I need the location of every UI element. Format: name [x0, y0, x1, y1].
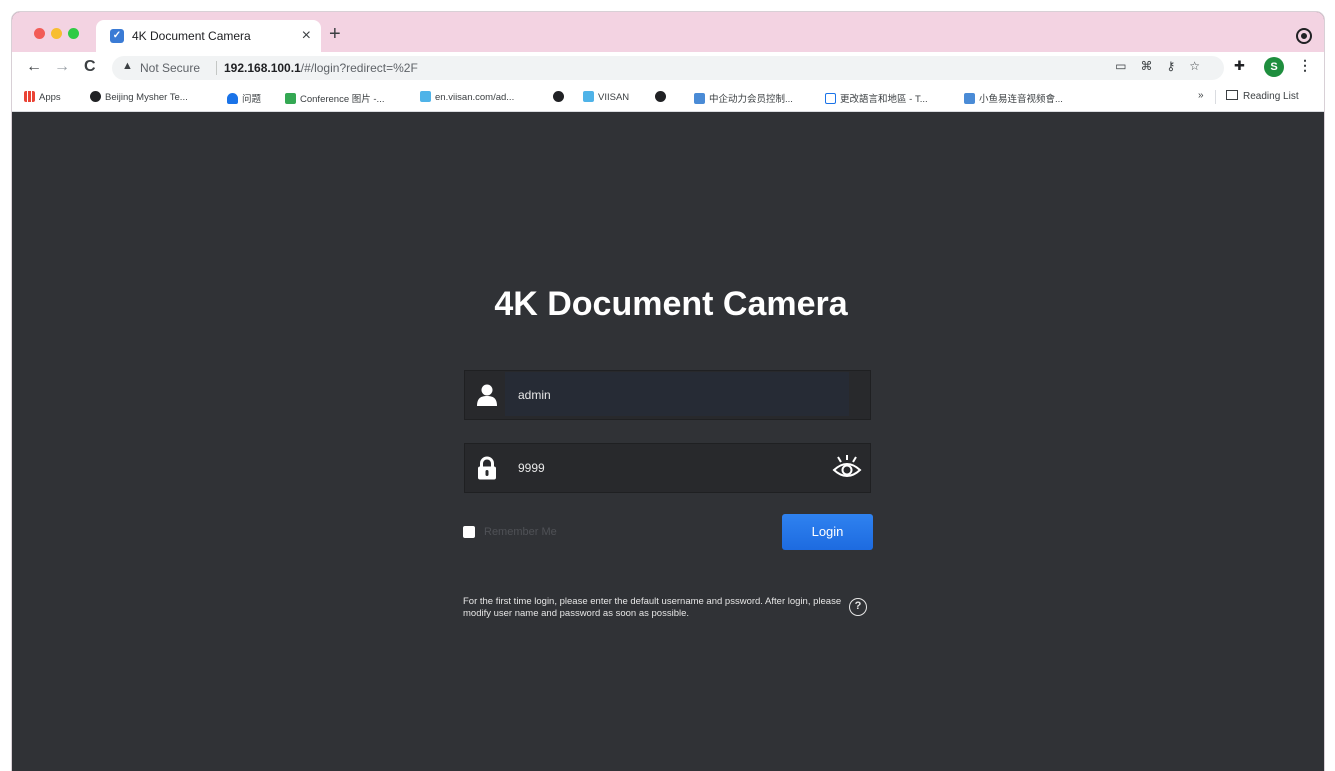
reading-list-button[interactable]: Reading List: [1226, 90, 1299, 102]
url-text[interactable]: 192.168.100.1/#/login?redirect=%2F: [224, 61, 418, 75]
qr-code-icon[interactable]: ⌘: [1140, 59, 1166, 73]
menu-kebab-icon[interactable]: ⋮: [1298, 57, 1312, 74]
first-login-hint: For the first time login, please enter t…: [463, 596, 842, 619]
page-title: 4K Document Camera: [494, 285, 848, 323]
address-bar[interactable]: ▲ Not Secure 192.168.100.1/#/login?redir…: [112, 56, 1224, 80]
browser-toolbar: ← → C ▲ Not Secure 192.168.100.1/#/login…: [12, 52, 1324, 84]
bookmark-en-viisan[interactable]: en.viisan.com/ad...: [420, 91, 514, 103]
bookmark-language-region[interactable]: 更改語言和地區 - T...: [825, 91, 928, 105]
site-icon: [694, 93, 705, 104]
reload-button[interactable]: C: [84, 56, 96, 78]
apps-grid-icon: [24, 91, 35, 102]
bookmarks-overflow-button[interactable]: »: [1198, 90, 1204, 101]
url-host: 192.168.100.1: [224, 61, 301, 75]
help-icon[interactable]: ?: [849, 598, 867, 616]
browser-window: ✓ 4K Document Camera × + ← → C ▲ Not Sec…: [12, 12, 1324, 771]
eye-icon[interactable]: [832, 454, 862, 482]
window-close-button[interactable]: [34, 28, 45, 39]
bookmark-beijing-mysher[interactable]: Beijing Mysher Te...: [90, 91, 188, 103]
login-page: 4K Document Camera admin 9999 Remember M…: [12, 113, 1324, 771]
globe-icon: [553, 91, 564, 102]
password-field[interactable]: 9999: [464, 443, 871, 493]
bookmark-star-icon[interactable]: ☆: [1189, 59, 1214, 73]
profile-avatar[interactable]: S: [1264, 57, 1284, 77]
reading-list-icon: [1226, 90, 1238, 100]
user-icon: [477, 384, 497, 406]
forward-button[interactable]: →: [54, 56, 70, 78]
cast-icon[interactable]: ▭: [1115, 59, 1140, 73]
bookmark-zhongqi[interactable]: 中企动力会员控制...: [694, 91, 793, 105]
new-tab-button[interactable]: +: [329, 24, 341, 44]
address-divider: [216, 61, 217, 75]
bookmark-wenti[interactable]: 问题: [227, 91, 261, 105]
back-button[interactable]: ←: [26, 56, 42, 78]
tab-active[interactable]: ✓ 4K Document Camera ×: [96, 20, 321, 52]
bookmark-viisan[interactable]: VIISAN: [583, 91, 629, 103]
lock-icon: [478, 456, 496, 480]
link-icon: [964, 93, 975, 104]
password-input[interactable]: 9999: [518, 461, 545, 475]
window-zoom-button[interactable]: [68, 28, 79, 39]
tab-strip: ✓ 4K Document Camera × +: [12, 12, 1324, 52]
site-icon: [583, 91, 594, 102]
window-icon: [825, 93, 836, 104]
ribbon-icon: [227, 93, 238, 104]
globe-icon: [655, 91, 666, 102]
globe-icon: [90, 91, 101, 102]
extensions-puzzle-icon[interactable]: ✚: [1234, 58, 1245, 74]
remember-me-checkbox[interactable]: [463, 526, 475, 538]
bookmarks-bar: Apps Beijing Mysher Te... 问题 Conference …: [12, 84, 1324, 112]
window-minimize-button[interactable]: [51, 28, 62, 39]
bookmark-globe-1[interactable]: [553, 91, 568, 103]
tab-close-icon[interactable]: ×: [302, 26, 311, 46]
key-icon[interactable]: ⚷: [1166, 59, 1189, 73]
username-field[interactable]: admin: [464, 370, 871, 420]
address-bar-actions: ▭⌘⚷☆: [1115, 59, 1214, 73]
image-icon: [285, 93, 296, 104]
bookmark-xiaoyu[interactable]: 小鱼易连音视频會...: [964, 91, 1063, 105]
username-input-highlight[interactable]: [505, 372, 849, 416]
tab-search-icon[interactable]: [1298, 30, 1310, 42]
site-icon: [420, 91, 431, 102]
bookmark-conference[interactable]: Conference 图片 -...: [285, 91, 384, 105]
security-status[interactable]: Not Secure: [140, 61, 200, 75]
remember-me-label[interactable]: Remember Me: [484, 526, 557, 538]
warning-triangle-icon[interactable]: ▲: [122, 60, 133, 72]
bookmark-apps[interactable]: Apps: [24, 91, 61, 103]
camera-favicon-icon: ✓: [110, 29, 124, 43]
bookmarks-divider: [1215, 90, 1216, 104]
username-input[interactable]: admin: [518, 388, 551, 402]
login-button[interactable]: Login: [782, 514, 873, 550]
bookmark-globe-2[interactable]: [655, 91, 670, 103]
url-path: /#/login?redirect=%2F: [300, 61, 418, 75]
tab-title: 4K Document Camera: [132, 29, 251, 43]
